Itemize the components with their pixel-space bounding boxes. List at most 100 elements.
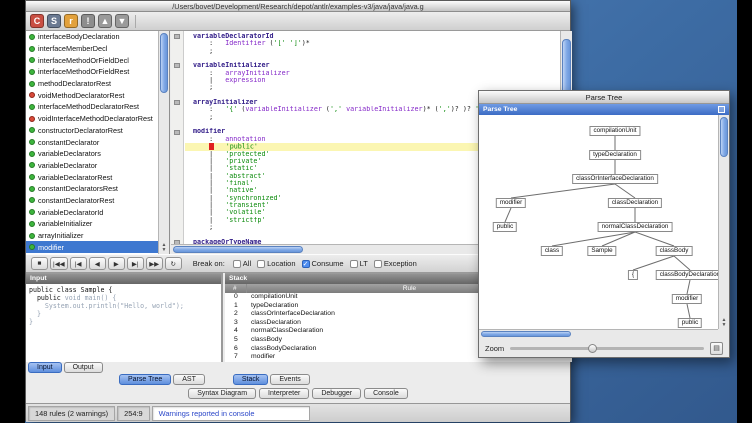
tree-node-compilationUnit[interactable]: compilationUnit [589,126,640,136]
debug-fast-forward-button[interactable]: ▶▶ [146,257,163,270]
rule-item[interactable]: constructorDeclaratorRest [26,125,158,137]
tab-output[interactable]: Output [64,362,103,373]
rule-item[interactable]: interfaceBodyDeclaration [26,31,158,43]
rule-item[interactable]: variableDeclarators [26,148,158,160]
rule-item[interactable]: variableDeclaratorRest [26,171,158,183]
tree-node-classDeclaration[interactable]: classDeclaration [608,198,662,208]
tree-node-modifier[interactable]: modifier [672,294,702,304]
breakon-consume-checkbox[interactable]: ✓ [302,260,310,268]
breakon-location-option: Location [257,259,295,268]
debug-step-backward-button[interactable]: |◀ [70,257,87,270]
editor-line[interactable]: : arrayInitializer [185,70,560,77]
rule-gutter-marker[interactable] [174,34,180,39]
tree-hscrollbar-thumb[interactable] [481,331,571,337]
tab-stack[interactable]: Stack [233,374,269,385]
tab-syntax-diagram[interactable]: Syntax Diagram [188,388,256,399]
status-warning-message[interactable]: Warnings reported in console [152,406,310,421]
code-token: expression [225,77,265,84]
breakon-exception-checkbox[interactable] [374,260,382,268]
rules-scrollbar-thumb[interactable] [160,33,168,93]
tree-node-Sample[interactable]: Sample [587,246,616,256]
debug-stop-button[interactable]: ■ [31,257,48,270]
tree-vscrollbar-thumb[interactable] [720,117,728,157]
window-titlebar[interactable]: /Users/bovet/Development/Research/depot/… [26,1,570,12]
editor-line[interactable]: : Identifier ('[' ']')* [185,40,560,47]
editor-line[interactable]: variableDeclaratorId [185,33,560,40]
tree-node-classOrInterfaceDeclaration[interactable]: classOrInterfaceDeclaration [572,174,658,184]
tree-node-public[interactable]: public [678,318,702,328]
tree-hscrollbar[interactable] [479,329,718,338]
input-code[interactable]: public class Sample { public void main()… [26,284,221,328]
stack-col-index: # [225,284,247,293]
tab-input[interactable]: Input [28,362,62,373]
rule-gutter-marker[interactable] [174,130,180,135]
parse-tree-window-titlebar[interactable]: Parse Tree [479,91,729,104]
rule-item[interactable]: constantDeclaratorRest [26,195,158,207]
zoom-slider[interactable] [510,347,704,350]
tab-parse-tree[interactable]: Parse Tree [119,374,171,385]
rules-scrollbar[interactable]: ▲▼ [158,31,169,254]
tree-node-public[interactable]: public [493,222,517,232]
attach-pane-icon[interactable] [718,106,725,113]
toolbar-check-button[interactable]: ! [81,14,95,28]
debug-restart-button[interactable]: ↻ [165,257,182,270]
tree-node-modifier[interactable]: modifier [496,198,526,208]
rule-status-icon [29,174,35,180]
rule-item[interactable]: interfaceMemberDecl [26,43,158,55]
breakon-lt-checkbox[interactable] [350,260,358,268]
rule-item[interactable]: constantDeclarator [26,136,158,148]
tree-node-class[interactable]: class [541,246,563,256]
tree-vscrollbar[interactable]: ▲▼ [718,115,729,329]
editor-line[interactable]: variableInitializer [185,62,560,69]
rule-item[interactable]: arrayInitializer [26,230,158,242]
rule-item[interactable]: methodDeclaratorRest [26,78,158,90]
tab-ast[interactable]: AST [173,374,205,385]
stack-row-index: 4 [225,327,247,336]
toolbar-find-down-button[interactable]: ▼ [115,14,129,28]
toolbar-syntax-button[interactable]: S [47,14,61,28]
editor-line[interactable]: ; [185,48,560,55]
code-token [214,143,226,150]
debug-rewind-button[interactable]: |◀◀ [50,257,68,270]
tree-node-classBody[interactable]: classBody [656,246,693,256]
rule-gutter-marker[interactable] [174,63,180,68]
tab-console[interactable]: Console [364,388,408,399]
editor-line[interactable]: | expression [185,77,560,84]
rule-item[interactable]: interfaceMethodDeclaratorRest [26,101,158,113]
toolbar-rules-button[interactable]: r [64,14,78,28]
zoom-slider-thumb[interactable] [588,344,597,353]
rules-scrollbar-arrows[interactable]: ▲▼ [159,243,169,253]
editor-hscrollbar-thumb[interactable] [173,246,303,253]
tree-node-classBodyDeclaration[interactable]: classBodyDeclaration [656,270,718,280]
toolbar-find-up-button[interactable]: ▲ [98,14,112,28]
rule-item[interactable]: voidInterfaceMethodDeclaratorRest [26,113,158,125]
debug-forward-button[interactable]: ▶ [108,257,125,270]
tree-node-[interactable]: { [628,270,638,280]
debug-step-forward-button[interactable]: ▶| [127,257,144,270]
breakon-all-checkbox[interactable] [233,260,241,268]
tab-events[interactable]: Events [270,374,309,385]
rule-item[interactable]: interfaceMethodOrFieldRest [26,66,158,78]
rule-item[interactable]: variableDeclaratorId [26,206,158,218]
rule-item[interactable]: variableInitializer [26,218,158,230]
toolbar-console-button[interactable]: C [30,14,44,28]
rule-item[interactable]: variableDeclarator [26,160,158,172]
editor-line[interactable] [185,55,560,62]
parse-tree-canvas[interactable]: compilationUnit typeDeclaration classOrInt… [479,115,718,329]
code-token: ; [193,84,213,91]
tree-vscrollbar-arrows[interactable]: ▲▼ [719,318,729,328]
export-tree-button[interactable]: ▤ [710,342,723,355]
rule-item[interactable]: interfaceMethodOrFieldDecl [26,54,158,66]
breakon-location-checkbox[interactable] [257,260,265,268]
tab-interpreter[interactable]: Interpreter [259,388,309,399]
status-rules-count: 148 rules (2 warnings) [28,406,115,421]
rule-item[interactable]: constantDeclaratorsRest [26,183,158,195]
rule-gutter-marker[interactable] [174,100,180,105]
tab-debugger[interactable]: Debugger [312,388,361,399]
rule-item[interactable]: modifier [26,241,158,253]
tree-node-typeDeclaration[interactable]: typeDeclaration [589,150,641,160]
parse-tree-pane-header[interactable]: Parse Tree [479,104,729,115]
debug-back-button[interactable]: ◀ [89,257,106,270]
tree-node-normalClassDeclaration[interactable]: normalClassDeclaration [598,222,673,232]
rule-item[interactable]: voidMethodDeclaratorRest [26,89,158,101]
